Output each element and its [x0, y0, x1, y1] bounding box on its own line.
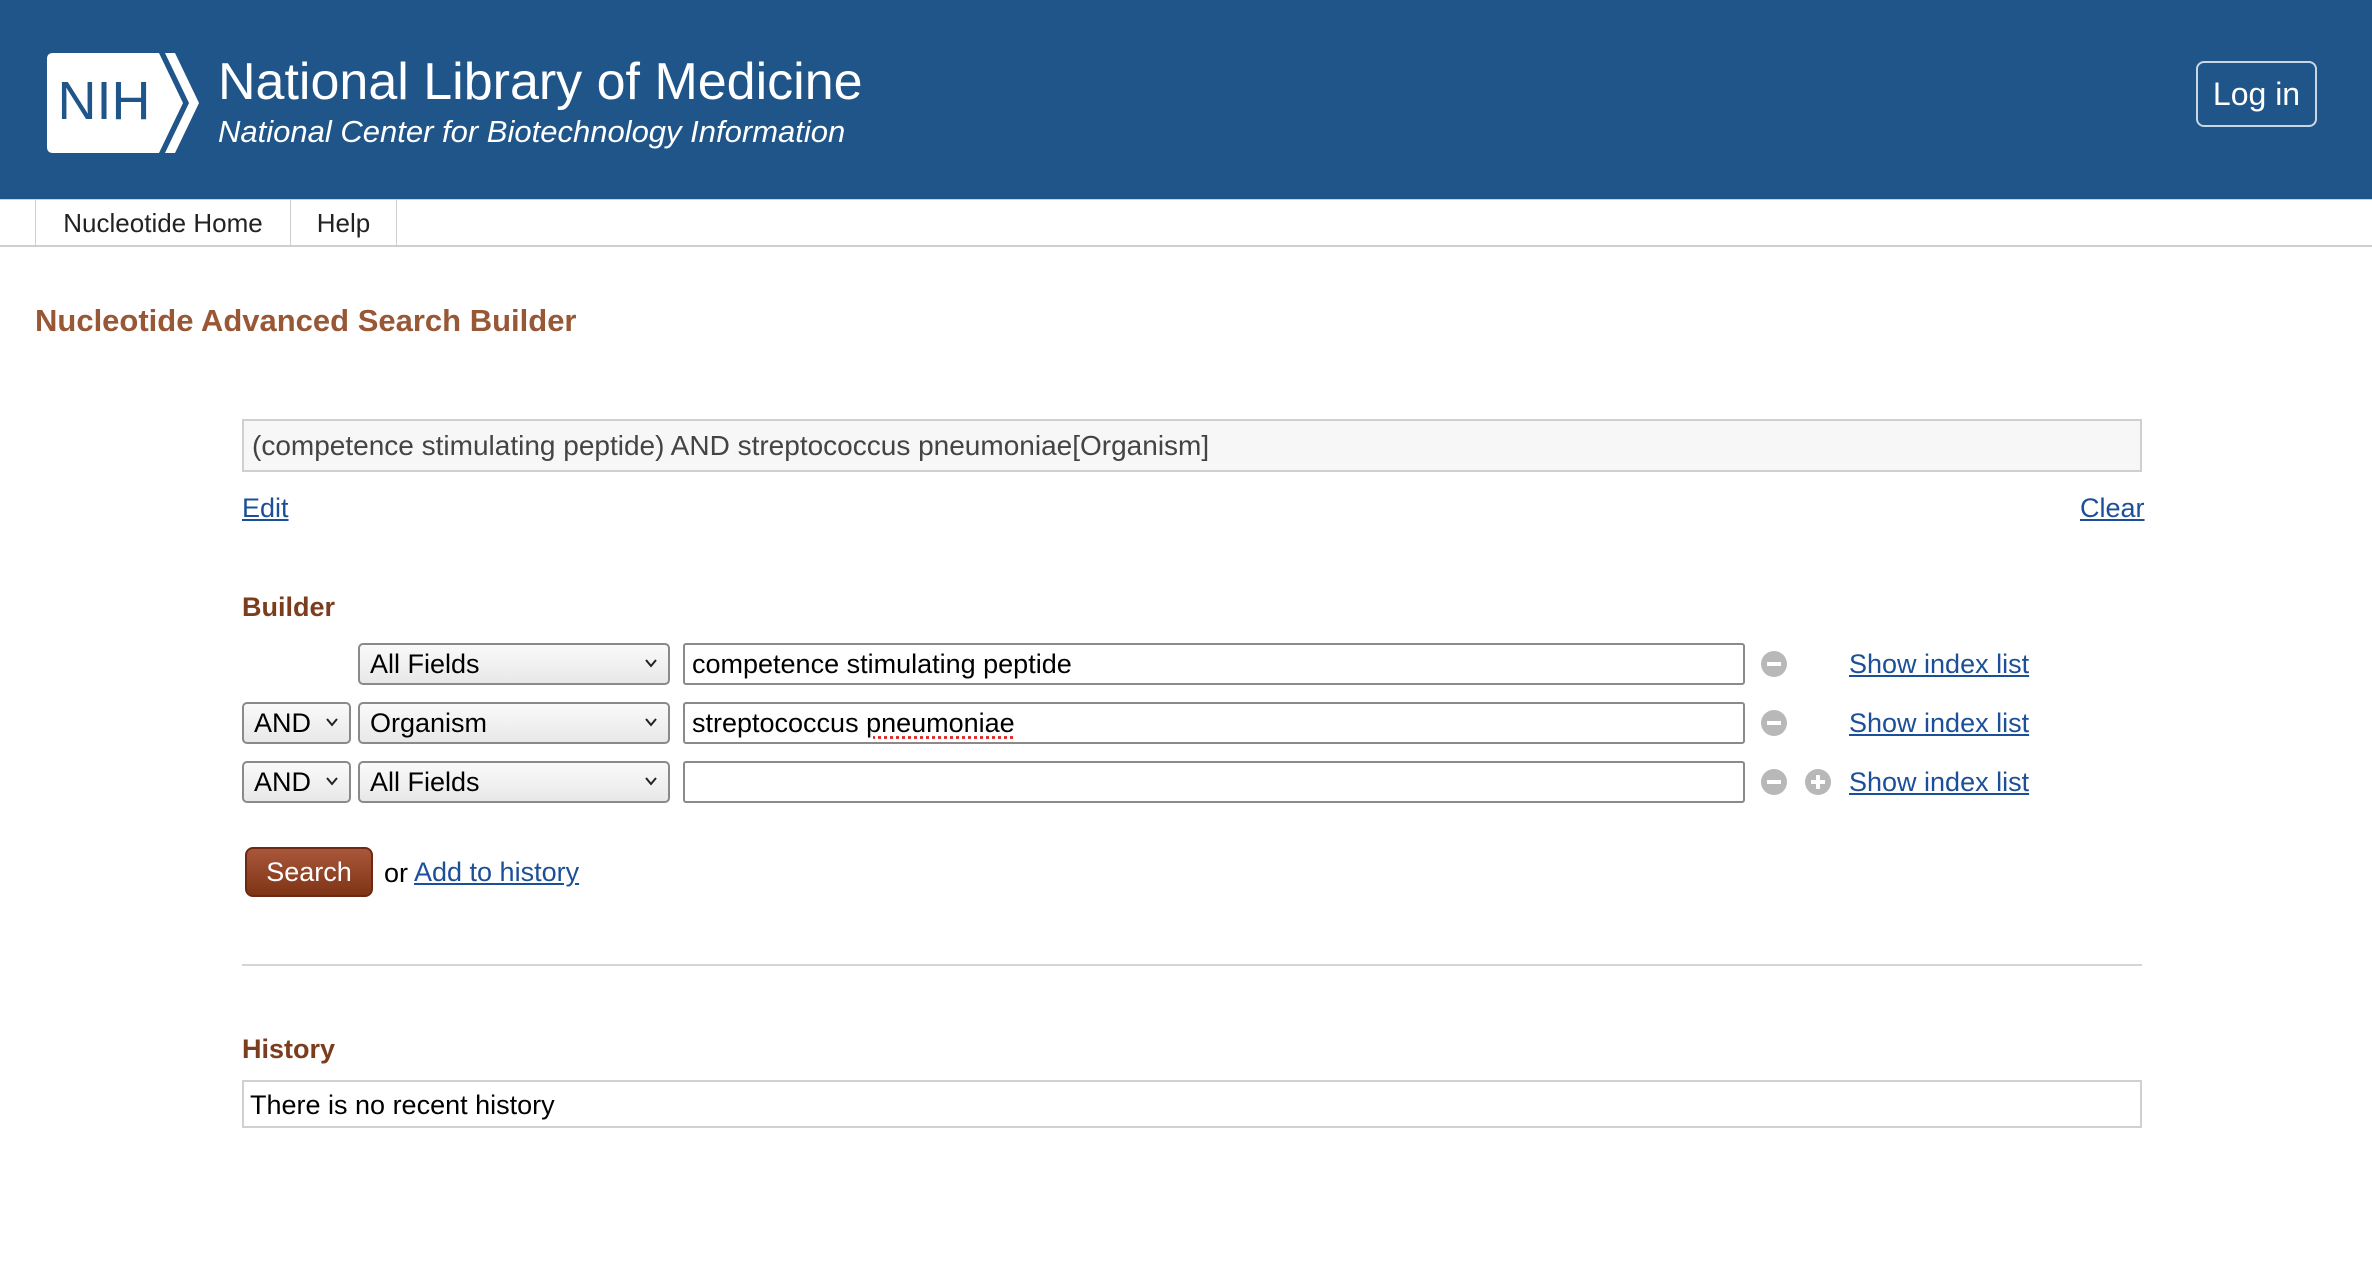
minus-circle-icon[interactable]: [1759, 767, 1789, 797]
term-input-2[interactable]: streptococcus pneumoniae: [683, 702, 1745, 744]
field-select-value: All Fields: [370, 766, 480, 797]
show-index-list-link-1[interactable]: Show index list: [1849, 649, 2029, 680]
bool-select-value: AND: [254, 766, 312, 797]
site-subtitle: National Center for Biotechnology Inform…: [218, 114, 846, 149]
chevron-down-icon: [645, 718, 657, 727]
query-display[interactable]: (competence stimulating peptide) AND str…: [242, 419, 2142, 472]
login-button[interactable]: Log in: [2196, 61, 2317, 127]
field-select-3[interactable]: All Fields: [358, 761, 670, 803]
section-divider: [242, 964, 2142, 966]
edit-link[interactable]: Edit: [242, 493, 289, 524]
chevron-down-icon: [645, 777, 657, 786]
header-titles[interactable]: National Library of Medicine National Ce…: [218, 52, 863, 150]
or-text: or: [384, 858, 409, 888]
term-input-1[interactable]: competence stimulating peptide: [683, 643, 1745, 685]
show-index-list-link-3[interactable]: Show index list: [1849, 767, 2029, 798]
history-heading: History: [242, 1034, 336, 1064]
tab-help[interactable]: Help: [290, 200, 397, 246]
minus-circle-icon[interactable]: [1759, 649, 1789, 679]
chevron-down-icon: [326, 718, 338, 727]
term-input-3[interactable]: [683, 761, 1745, 803]
tab-nucleotide-home[interactable]: Nucleotide Home: [35, 200, 290, 246]
builder-heading: Builder: [242, 592, 336, 622]
add-to-history-link[interactable]: Add to history: [414, 857, 579, 888]
show-index-list-link-2[interactable]: Show index list: [1849, 708, 2029, 739]
tab-nav: Nucleotide Home Help: [0, 199, 2372, 247]
page-title: Nucleotide Advanced Search Builder: [35, 303, 577, 338]
plus-circle-icon[interactable]: [1803, 767, 1833, 797]
nih-badge-text: NIH: [58, 71, 151, 131]
misspelled-word: pneumoniae: [866, 707, 1015, 738]
nih-badge-icon: NIH: [47, 53, 205, 153]
term-text: competence stimulating peptide: [692, 648, 1072, 679]
nih-logo[interactable]: NIH: [47, 53, 205, 153]
term-text: streptococcus: [692, 707, 867, 738]
field-select-2[interactable]: Organism: [358, 702, 670, 744]
site-header: NIH National Library of Medicine Nationa…: [0, 0, 2372, 199]
site-title: National Library of Medicine: [218, 53, 863, 111]
chevron-down-icon: [645, 659, 657, 668]
clear-link[interactable]: Clear: [2080, 493, 2145, 524]
field-select-value: Organism: [370, 707, 488, 738]
chevron-down-icon: [326, 777, 338, 786]
minus-circle-icon[interactable]: [1759, 708, 1789, 738]
bool-select-3[interactable]: AND: [242, 761, 351, 803]
bool-select-2[interactable]: AND: [242, 702, 351, 744]
search-button[interactable]: Search: [245, 847, 373, 897]
field-select-1[interactable]: All Fields: [358, 643, 670, 685]
bool-select-value: AND: [254, 707, 312, 738]
history-box: There is no recent history: [242, 1080, 2142, 1128]
field-select-value: All Fields: [370, 648, 480, 679]
